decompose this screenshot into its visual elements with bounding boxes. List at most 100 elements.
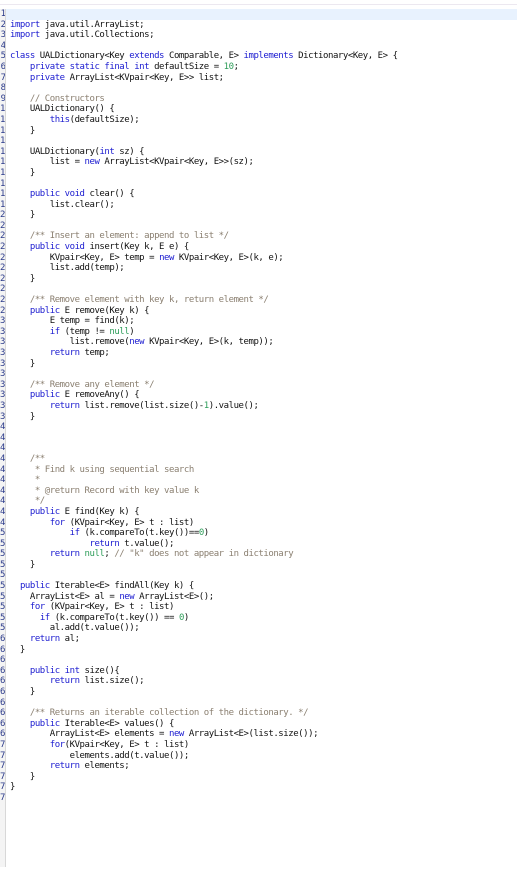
code-area[interactable]: import java.util.ArrayList; import java.u… [6,9,517,804]
code-line[interactable]: UALDictionary() { [10,104,517,115]
code-line[interactable]: /** Returns an iterable collection of th… [10,708,517,719]
line-number: 67 [0,708,6,719]
code-line[interactable]: return list.size(); [10,676,517,687]
code-line[interactable]: } [10,168,517,179]
code-line[interactable]: if (k.compareTo(t.key())==0) [10,528,517,539]
code-line[interactable]: return elements; [10,761,517,772]
code-line[interactable] [10,221,517,232]
code-text-token: list.add(temp); [10,263,125,274]
line-number: 59 [0,623,6,634]
code-line[interactable]: KVpair<Key, E> temp = new KVpair<Key, E>… [10,253,517,264]
code-line[interactable]: * [10,475,517,486]
code-text-token: ) [183,612,189,623]
line-number: 43 [0,453,6,464]
code-line[interactable]: E temp = find(k); [10,316,517,327]
code-line[interactable]: import java.util.ArrayList; [10,20,517,31]
code-line[interactable]: // Constructors [10,94,517,105]
code-line[interactable] [10,41,517,52]
code-line[interactable]: /** Insert an element: append to list */ [10,231,517,242]
code-line[interactable]: import java.util.Collections; [10,30,517,41]
keyword-token: public [19,581,50,592]
code-line[interactable]: private ArrayList<KVpair<Key, E>> list; [10,73,517,84]
line-number: 23 [0,242,6,253]
code-line[interactable]: } [10,772,517,783]
code-line[interactable]: } [10,274,517,285]
code-line[interactable]: } [10,560,517,571]
code-line[interactable]: list.remove(new KVpair<Key, E>(k, temp))… [10,337,517,348]
line-number: 39 [0,411,6,422]
code-line[interactable] [10,698,517,709]
code-line[interactable]: public void clear() { [10,189,517,200]
code-line[interactable]: } [10,412,517,423]
line-number: 28 [0,295,6,306]
code-line[interactable]: ArrayList<E> al = new ArrayList<E>(); [10,592,517,603]
code-text-token: ).value(); [208,400,259,411]
code-line[interactable] [10,179,517,190]
code-line[interactable]: public void insert(Key k, E e) { [10,242,517,253]
code-line[interactable]: if (k.compareTo(t.key()) == 0) [10,613,517,624]
code-line[interactable]: al.add(t.value()); [10,623,517,634]
line-number: 54 [0,570,6,581]
code-line[interactable]: public int size(){ [10,666,517,677]
code-line[interactable]: return temp; [10,348,517,359]
code-line[interactable]: return list.remove(list.size()-1).value(… [10,401,517,412]
line-number: 55 [0,581,6,592]
code-line[interactable]: } [10,359,517,370]
code-line[interactable]: for(KVpair<Key, E> t : list) [10,740,517,751]
code-line[interactable]: for (KVpair<Key, E> t : list) [10,518,517,529]
code-line[interactable]: list.clear(); [10,200,517,211]
code-line[interactable]: list = new ArrayList<KVpair<Key, E>>(sz)… [10,157,517,168]
code-line[interactable] [10,284,517,295]
code-line[interactable]: } [10,210,517,221]
code-editor[interactable]: 1234567891011121314151617181920212223242… [0,9,517,867]
code-line[interactable] [10,83,517,94]
code-line[interactable]: } [10,687,517,698]
code-line[interactable]: } [10,782,517,793]
code-line[interactable] [10,793,517,804]
code-line[interactable]: } [10,126,517,137]
code-line[interactable]: /** Remove any element */ [10,380,517,391]
code-line[interactable] [10,422,517,433]
code-line[interactable]: public E find(Key k) { [10,507,517,518]
code-line[interactable]: class UALDictionary<Key extends Comparab… [10,51,517,62]
line-number: 61 [0,644,6,655]
code-text-token: (temp != [59,326,110,337]
line-number: 42 [0,443,6,454]
code-line[interactable]: public Iterable<E> values() { [10,719,517,730]
code-line[interactable]: return al; [10,634,517,645]
code-line[interactable]: UALDictionary(int sz) { [10,147,517,158]
code-line[interactable]: /** Remove element with key k, return el… [10,295,517,306]
code-line[interactable]: /** [10,454,517,465]
code-line[interactable]: * @return Record with key value k [10,486,517,497]
code-line[interactable]: if (temp != null) [10,327,517,338]
code-line[interactable] [10,570,517,581]
code-line[interactable]: public E removeAny() { [10,390,517,401]
code-line[interactable]: ArrayList<E> elements = new ArrayList<E>… [10,729,517,740]
code-line[interactable]: public Iterable<E> findAll(Key k) { [10,581,517,592]
code-line[interactable]: return t.value(); [10,539,517,550]
code-line[interactable] [10,433,517,444]
code-line[interactable]: for (KVpair<Key, E> t : list) [10,602,517,613]
code-line[interactable] [6,9,517,20]
code-line[interactable]: this(defaultSize); [10,115,517,126]
keyword-token: public void [29,189,85,200]
keyword-token: return [89,538,120,549]
code-line[interactable] [10,655,517,666]
code-line[interactable] [10,369,517,380]
code-line[interactable] [10,136,517,147]
code-line[interactable]: return null; // "k" does not appear in d… [10,549,517,560]
code-line[interactable]: public E remove(Key k) { [10,306,517,317]
code-line[interactable]: elements.add(t.value()); [10,751,517,762]
line-number: 66 [0,697,6,708]
code-line[interactable]: */ [10,496,517,507]
code-line[interactable] [10,443,517,454]
code-line[interactable]: } [10,645,517,656]
code-text-token: al; [59,634,80,645]
code-line[interactable]: private static final int defaultSize = 1… [10,62,517,73]
code-line[interactable]: * Find k using sequential search [10,465,517,476]
code-line[interactable]: list.add(temp); [10,263,517,274]
